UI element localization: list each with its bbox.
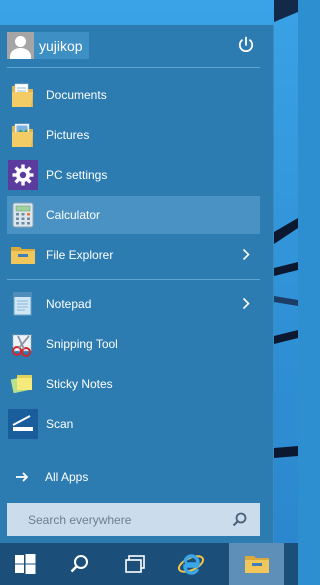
taskbar (0, 543, 298, 585)
search-icon (70, 555, 88, 573)
pictures-folder-icon (8, 120, 38, 150)
menu-item-pictures[interactable]: Pictures (7, 116, 260, 154)
windows-start-icon (15, 554, 36, 574)
divider-top (7, 67, 260, 68)
menu-item-label: Pictures (46, 128, 90, 142)
taskbar-file-explorer-button[interactable] (229, 543, 284, 585)
internet-explorer-button[interactable] (167, 543, 215, 585)
menu-item-sticky-notes[interactable]: Sticky Notes (7, 365, 260, 403)
taskbar-search-button[interactable] (55, 543, 103, 585)
calculator-icon (8, 200, 38, 230)
sticky-notes-icon (8, 369, 38, 399)
gear-icon (8, 160, 38, 190)
internet-explorer-icon (177, 554, 205, 575)
menu-item-label: Sticky Notes (46, 377, 113, 391)
start-button[interactable] (0, 543, 50, 585)
scan-icon (8, 409, 38, 439)
menu-item-label: PC settings (46, 168, 108, 182)
menu-item-calculator[interactable]: Calculator (7, 196, 260, 234)
menu-item-pc-settings[interactable]: PC settings (7, 156, 260, 194)
task-view-icon (125, 555, 145, 573)
user-name: yujikop (39, 37, 83, 54)
menu-item-label: File Explorer (46, 248, 114, 262)
user-account-button[interactable]: yujikop (7, 32, 89, 59)
menu-item-label: Documents (46, 88, 107, 102)
chevron-right-icon[interactable] (242, 248, 250, 261)
search-box[interactable]: Search everywhere (7, 503, 260, 536)
file-explorer-icon (8, 240, 38, 270)
menu-item-notepad[interactable]: Notepad (7, 285, 260, 323)
start-menu: yujikop Documents Pictures PC settings C… (0, 25, 274, 543)
menu-item-snipping-tool[interactable]: Snipping Tool (7, 325, 260, 363)
search-input[interactable]: Search everywhere (28, 513, 229, 527)
chevron-right-icon[interactable] (242, 297, 250, 310)
menu-item-label: Calculator (46, 208, 101, 222)
scissors-icon (8, 329, 38, 359)
documents-folder-icon (8, 80, 38, 110)
all-apps-button[interactable]: All Apps (7, 462, 207, 492)
menu-item-scan[interactable]: Scan (7, 405, 260, 443)
power-icon[interactable] (236, 35, 256, 55)
notepad-icon (8, 289, 38, 319)
menu-item-label: Snipping Tool (46, 337, 118, 351)
arrow-right-icon (16, 472, 29, 482)
user-avatar-icon (7, 32, 34, 59)
divider-middle (7, 279, 260, 280)
search-icon[interactable] (229, 509, 251, 531)
menu-item-label: Notepad (46, 297, 92, 311)
task-view-button[interactable] (111, 543, 159, 585)
all-apps-label: All Apps (45, 470, 89, 484)
menu-item-label: Scan (46, 417, 74, 431)
file-explorer-icon (244, 556, 269, 573)
menu-item-file-explorer[interactable]: File Explorer (7, 236, 260, 274)
menu-item-documents[interactable]: Documents (7, 76, 260, 114)
